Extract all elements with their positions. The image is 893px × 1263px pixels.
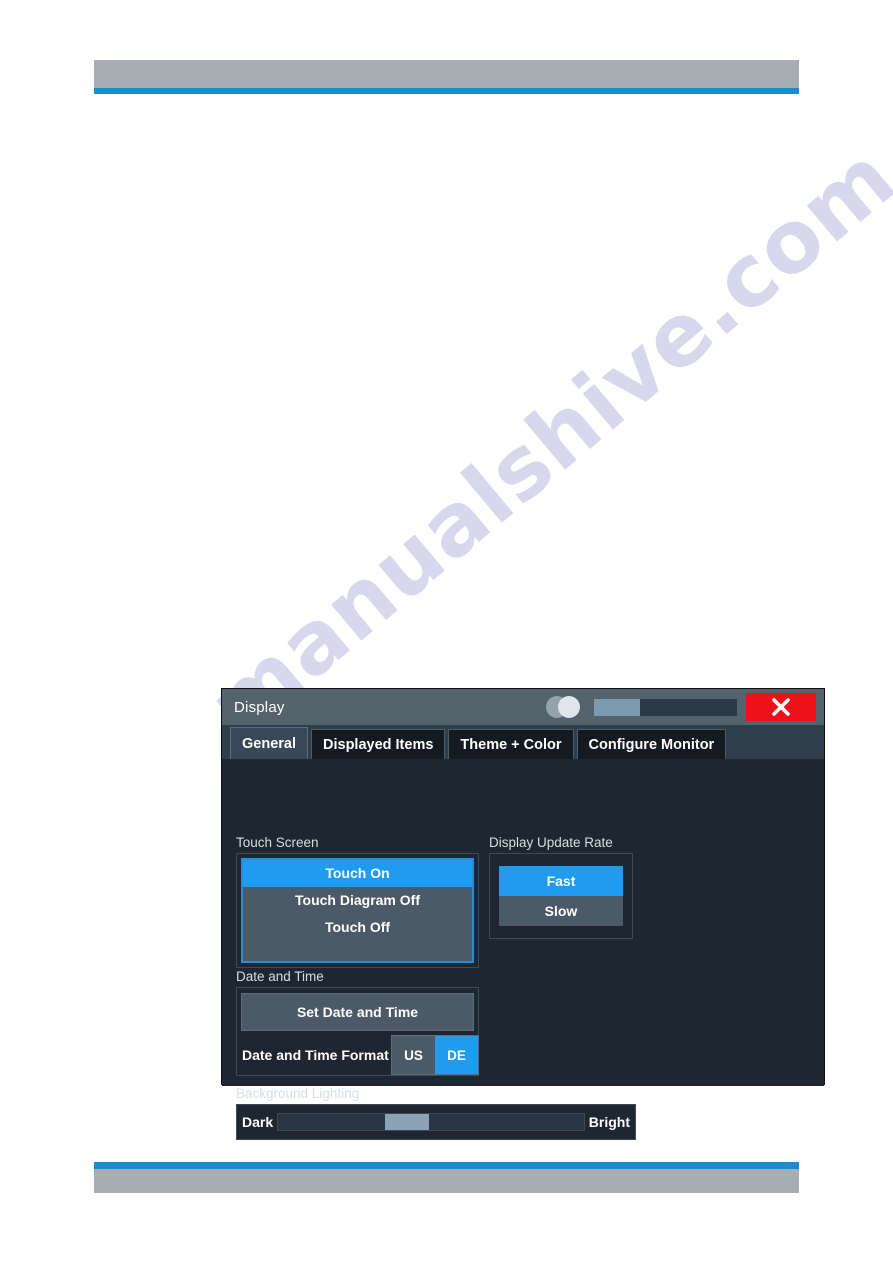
slider-thumb[interactable]: [384, 1114, 429, 1130]
tab-configure-monitor[interactable]: Configure Monitor: [576, 729, 727, 759]
group-date-and-time: Date and Time Set Date and Time Date and…: [236, 969, 479, 1076]
group-box-touch-screen: Touch On Touch Diagram Off Touch Off: [236, 853, 479, 968]
group-display-update-rate: Display Update Rate Fast Slow: [489, 835, 633, 939]
group-label-date-and-time: Date and Time: [236, 969, 324, 984]
tab-displayed-items[interactable]: Displayed Items: [311, 729, 446, 759]
dialog-titlebar: Display: [222, 689, 824, 725]
touch-option-touch-off[interactable]: Touch Off: [243, 914, 472, 941]
display-dialog: Display General Displayed Items Theme + …: [221, 688, 825, 1140]
date-format-segmented-control[interactable]: US DE: [391, 1035, 479, 1075]
progress-fill: [594, 698, 640, 716]
update-rate-option-slow[interactable]: Slow: [499, 896, 623, 926]
touch-screen-listbox[interactable]: Touch On Touch Diagram Off Touch Off: [241, 858, 474, 963]
date-format-option-us[interactable]: US: [392, 1036, 435, 1074]
date-format-option-de[interactable]: DE: [435, 1036, 478, 1074]
tab-general[interactable]: General: [230, 727, 308, 759]
background-lighting-slider[interactable]: [277, 1113, 585, 1131]
background-lighting-slider-row: Dark Bright: [237, 1105, 635, 1139]
close-icon: [772, 698, 790, 716]
tab-theme-color[interactable]: Theme + Color: [448, 729, 574, 759]
dialog-title: Display: [234, 698, 285, 716]
page-footer-rule: [94, 1162, 799, 1169]
slider-min-label: Dark: [242, 1114, 274, 1130]
group-background-lighting: Background Lighting Dark Bright: [236, 1086, 636, 1140]
group-label-background-lighting: Background Lighting: [236, 1086, 360, 1101]
page-header-bar: [94, 60, 799, 88]
group-label-touch-screen: Touch Screen: [236, 835, 319, 850]
page-footer-bar: [94, 1169, 799, 1193]
dialog-tabstrip: General Displayed Items Theme + Color Co…: [222, 725, 824, 759]
update-rate-listbox[interactable]: Fast Slow: [499, 866, 623, 926]
dialog-content: Touch Screen Touch On Touch Diagram Off …: [222, 759, 824, 1140]
date-format-label: Date and Time Format: [242, 1047, 389, 1063]
listbox-empty-space: [243, 941, 472, 961]
date-format-row: Date and Time Format US DE: [237, 1035, 479, 1075]
update-rate-option-fast[interactable]: Fast: [499, 866, 623, 896]
page-header-rule: [94, 88, 799, 94]
overlapping-circles-icon[interactable]: [546, 696, 586, 718]
group-label-display-update-rate: Display Update Rate: [489, 835, 613, 850]
touch-option-touch-on[interactable]: Touch On: [243, 860, 472, 887]
touch-option-touch-diagram-off[interactable]: Touch Diagram Off: [243, 887, 472, 914]
titlebar-progress-bar[interactable]: [594, 698, 737, 716]
close-button[interactable]: [746, 693, 816, 721]
slider-max-label: Bright: [588, 1114, 630, 1130]
watermark-text: manualshive.com: [190, 127, 893, 758]
group-box-date-and-time: Set Date and Time Date and Time Format U…: [236, 987, 479, 1076]
group-box-display-update-rate: Fast Slow: [489, 853, 633, 939]
set-date-and-time-button[interactable]: Set Date and Time: [241, 993, 474, 1031]
circle-right-icon: [558, 696, 580, 718]
group-touch-screen: Touch Screen Touch On Touch Diagram Off …: [236, 835, 479, 968]
group-box-background-lighting: Dark Bright: [236, 1104, 636, 1140]
